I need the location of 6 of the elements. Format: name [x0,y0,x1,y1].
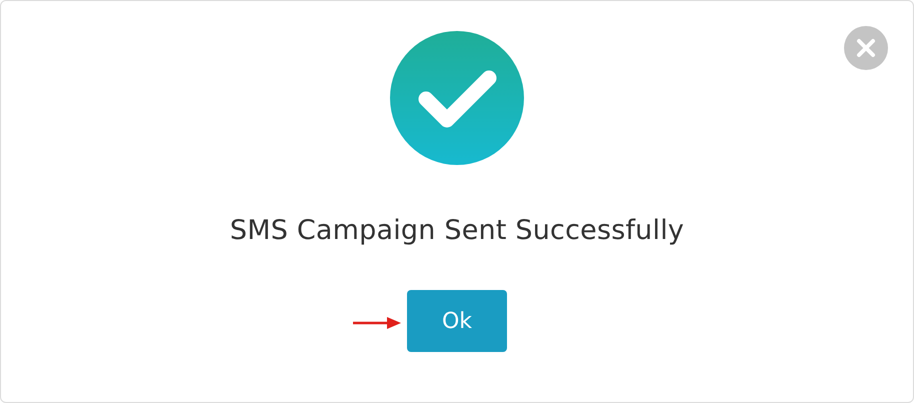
ok-button[interactable]: Ok [407,290,507,352]
close-button[interactable] [844,26,888,70]
checkmark-icon [390,31,524,165]
arrow-icon [353,317,401,329]
success-message: SMS Campaign Sent Successfully [230,215,684,246]
close-icon [856,38,876,58]
